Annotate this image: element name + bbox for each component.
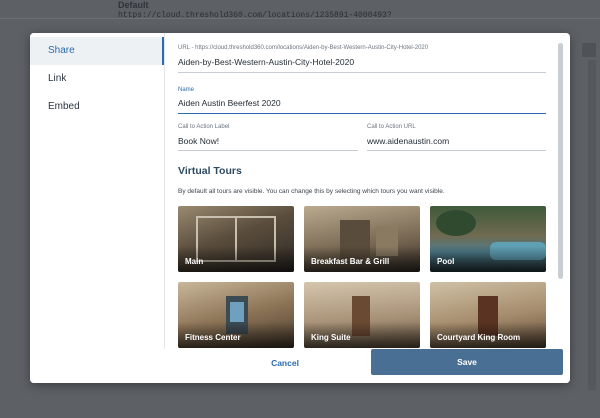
cta-url-input[interactable]: www.aidenaustin.com bbox=[367, 135, 546, 151]
tour-card-fitness-center[interactable]: Fitness Center bbox=[178, 282, 294, 348]
sidebar-item-label: Link bbox=[48, 73, 67, 84]
tour-card-label: Pool bbox=[437, 257, 455, 266]
tour-card-king-suite[interactable]: King Suite bbox=[304, 282, 420, 348]
tour-card-label: Main bbox=[185, 257, 204, 266]
url-label: URL - https://cloud.threshold360.com/loc… bbox=[178, 45, 429, 51]
cta-label-input[interactable]: Book Now! bbox=[178, 135, 358, 151]
virtual-tours-hint: By default all tours are visible. You ca… bbox=[178, 188, 445, 195]
url-input[interactable]: Aiden-by-Best-Western-Austin-City-Hotel-… bbox=[178, 56, 546, 73]
tour-card-main[interactable]: Main bbox=[178, 206, 294, 272]
tour-card-breakfast-bar[interactable]: Breakfast Bar & Grill bbox=[304, 206, 420, 272]
cancel-button[interactable]: Cancel bbox=[250, 352, 320, 374]
sidebar-item-share[interactable]: Share bbox=[30, 37, 164, 65]
background-side-panel bbox=[588, 60, 596, 390]
sidebar-item-embed[interactable]: Embed bbox=[30, 93, 164, 121]
sidebar-item-label: Share bbox=[48, 45, 75, 56]
sidebar-item-label: Embed bbox=[48, 101, 80, 112]
save-button[interactable]: Save bbox=[371, 349, 563, 375]
tour-card-label: Fitness Center bbox=[185, 333, 241, 342]
virtual-tours-title: Virtual Tours bbox=[178, 165, 242, 177]
cta-label-label: Call to Action Label bbox=[178, 124, 230, 130]
tour-card-pool[interactable]: Pool bbox=[430, 206, 546, 272]
fitness-window-graphic bbox=[230, 302, 244, 322]
tour-card-label: Breakfast Bar & Grill bbox=[311, 257, 390, 266]
modal-sidebar: Share Link Embed bbox=[30, 33, 165, 383]
cta-url-label: Call to Action URL bbox=[367, 124, 416, 130]
background-divider bbox=[0, 18, 600, 19]
tour-card-label: Courtyard King Room bbox=[437, 333, 521, 342]
background-label: Default bbox=[118, 0, 149, 10]
name-input[interactable]: Aiden Austin Beerfest 2020 bbox=[178, 97, 546, 114]
sidebar-item-link[interactable]: Link bbox=[30, 65, 164, 93]
name-label: Name bbox=[178, 87, 195, 93]
tour-card-label: King Suite bbox=[311, 333, 351, 342]
tour-card-courtyard-king[interactable]: Courtyard King Room bbox=[430, 282, 546, 348]
background-corner-button bbox=[582, 43, 596, 57]
share-modal: Share Link Embed URL - https://cloud.thr… bbox=[30, 33, 570, 383]
pool-tree-graphic bbox=[436, 210, 476, 236]
content-scrollbar[interactable] bbox=[558, 43, 563, 279]
modal-content: URL - https://cloud.threshold360.com/loc… bbox=[164, 33, 570, 349]
